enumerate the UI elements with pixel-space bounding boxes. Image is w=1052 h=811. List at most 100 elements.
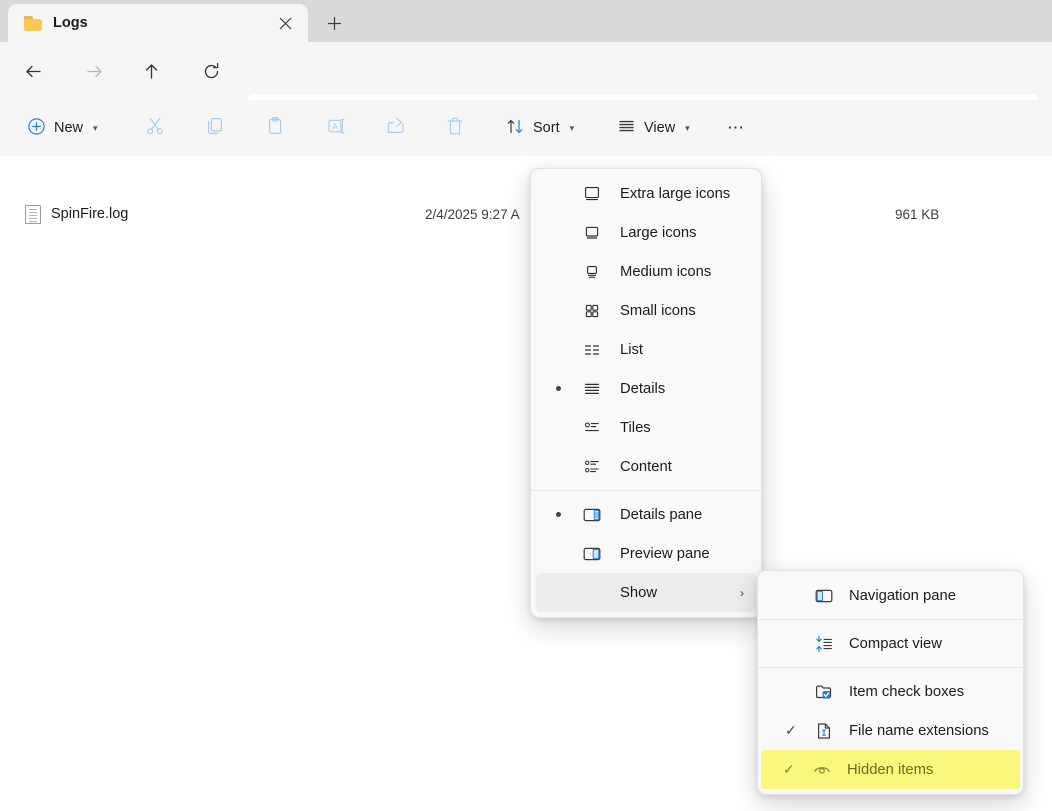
menu-item-tiles[interactable]: Tiles [536,408,756,447]
svg-text:A: A [332,121,338,131]
share-button[interactable] [376,110,414,146]
details-icon [581,378,603,400]
show-submenu: Navigation pane Compact view [757,570,1024,795]
chevron-down-icon: ▾ [93,123,98,134]
check-icon: ✓ [783,761,795,778]
trash-icon [445,116,465,140]
sort-icon [506,117,525,140]
menu-item-label: Details [620,381,665,397]
menu-item-label: Show [620,585,657,601]
folder-icon [24,16,42,31]
menu-item-large-icons[interactable]: Large icons [536,213,756,252]
chevron-down-icon: ▾ [570,123,575,134]
submenu-item-compact-view[interactable]: Compact view [763,624,1018,663]
file-explorer-window: Logs [0,0,1052,811]
submenu-item-hidden-items[interactable]: ✓ Hidden items [761,750,1020,789]
submenu-item-file-name-extensions[interactable]: ✓ File name extensions [763,711,1018,750]
extra-large-icons-icon [581,183,603,205]
log-file-icon [25,205,41,224]
up-button[interactable] [134,54,168,88]
new-tab-button[interactable] [320,9,348,37]
details-pane-icon [581,504,603,526]
menu-item-details-pane[interactable]: Details pane [536,495,756,534]
ellipsis-icon: ⋯ [727,118,746,138]
large-icons-icon [581,222,603,244]
menu-item-show[interactable]: Show › [536,573,756,612]
sort-button-label: Sort [533,120,560,136]
see-more-button[interactable]: ⋯ [718,110,755,146]
title-bar: Logs [0,0,1052,42]
tab-logs[interactable]: Logs [8,4,308,42]
menu-item-details[interactable]: Details [536,369,756,408]
navigation-bar: › This PC › OS (C:) › ProgramData › Acti… [0,42,1052,100]
menu-item-content[interactable]: Content [536,447,756,486]
menu-item-label: Medium icons [620,264,711,280]
command-bar: New ▾ [0,100,1052,156]
submenu-item-label: Compact view [849,636,942,652]
forward-button[interactable] [77,54,111,88]
hidden-items-icon [811,759,833,781]
menu-separator [531,490,761,491]
submenu-item-label: Hidden items [847,762,933,778]
menu-item-extra-large-icons[interactable]: Extra large icons [536,174,756,213]
view-button-label: View [644,120,675,136]
rename-button[interactable]: A [316,110,354,146]
column-header-row: ∧ Name Date modified Size [0,156,1052,187]
selected-bullet-icon [556,386,561,391]
paste-button[interactable] [256,110,294,146]
submenu-item-item-check-boxes[interactable]: Item check boxes [763,672,1018,711]
scissors-icon [145,116,165,140]
new-button[interactable]: New ▾ [18,110,107,146]
menu-item-label: List [620,342,643,358]
share-icon [385,116,405,140]
file-date-modified: 2/4/2025 9:27 A [425,207,520,222]
preview-pane-icon [581,543,603,565]
submenu-item-navigation-pane[interactable]: Navigation pane [763,576,1018,615]
sort-button[interactable]: Sort ▾ [497,110,583,146]
content-icon [581,456,603,478]
item-check-boxes-icon [813,681,835,703]
selected-bullet-icon [556,512,561,517]
navigation-pane-icon [813,585,835,607]
menu-item-list[interactable]: List [536,330,756,369]
view-button[interactable]: View ▾ [608,110,699,146]
menu-item-label: Preview pane [620,546,710,562]
file-name-extensions-icon [813,720,835,742]
back-button[interactable] [16,54,50,88]
plus-circle-icon [27,117,46,140]
menu-separator [758,667,1023,668]
close-icon[interactable] [272,10,298,36]
chevron-right-icon: › [740,586,744,600]
medium-icons-icon [581,261,603,283]
file-name: SpinFire.log [51,206,128,222]
tiles-icon [581,417,603,439]
menu-item-label: Large icons [620,225,697,241]
copy-button[interactable] [196,110,234,146]
copy-icon [205,116,225,140]
check-icon: ✓ [785,722,797,739]
small-icons-icon [581,300,603,322]
menu-item-small-icons[interactable]: Small icons [536,291,756,330]
paste-icon [265,116,285,140]
menu-item-label: Details pane [620,507,702,523]
chevron-down-icon: ▾ [685,123,690,134]
menu-item-preview-pane[interactable]: Preview pane [536,534,756,573]
table-row[interactable]: SpinFire.log 2/4/2025 9:27 A 961 KB [0,200,1052,228]
submenu-item-label: Navigation pane [849,588,956,604]
tab-title: Logs [53,15,272,31]
new-button-label: New [54,120,83,136]
refresh-button[interactable] [194,54,228,88]
submenu-item-label: File name extensions [849,723,989,739]
menu-item-medium-icons[interactable]: Medium icons [536,252,756,291]
view-icon [617,117,636,140]
menu-item-label: Small icons [620,303,696,319]
file-size: 961 KB [895,207,939,222]
list-icon [581,339,603,361]
cut-button[interactable] [136,110,174,146]
menu-item-label: Extra large icons [620,186,730,202]
rename-icon: A [325,116,345,140]
delete-button[interactable] [436,110,474,146]
menu-item-label: Content [620,459,672,475]
menu-separator [758,619,1023,620]
view-menu: Extra large icons Large icons Medium ico… [530,168,762,618]
